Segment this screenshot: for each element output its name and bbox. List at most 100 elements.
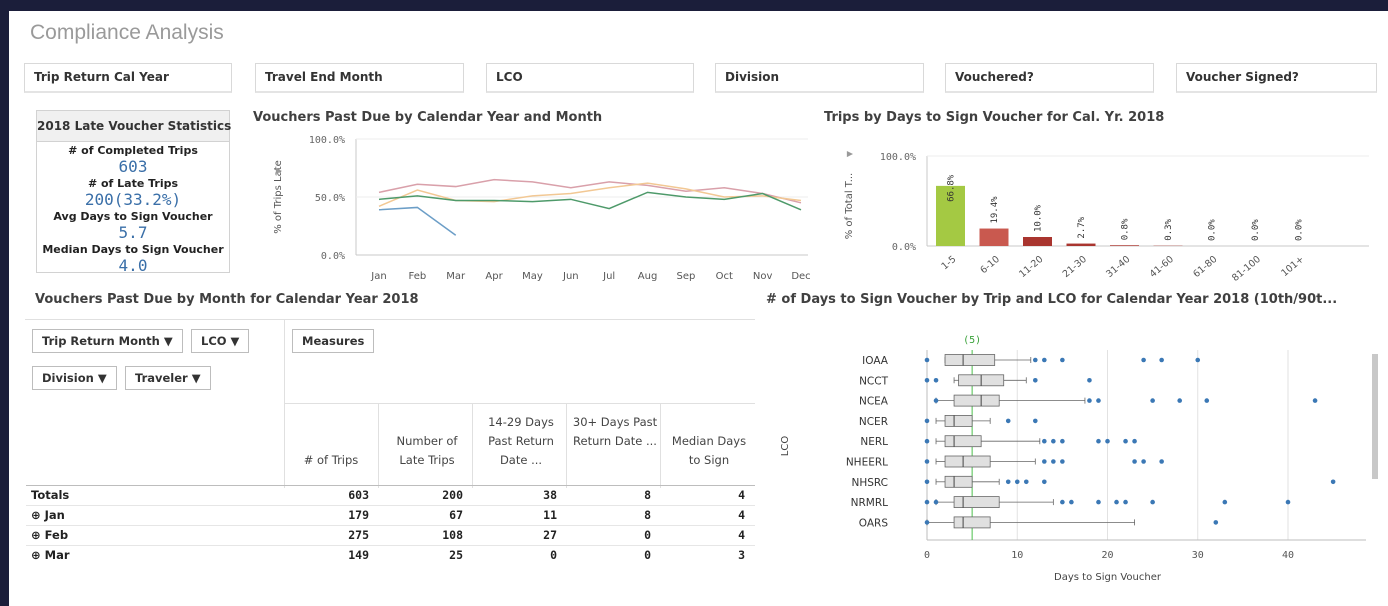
table-row[interactable]: Totals 603 200 38 8 4 [26,485,755,506]
category-label: OARS [859,517,889,529]
filter-voucher-signed[interactable]: Voucher Signed? [1176,63,1377,93]
filter-label: Vouchered? [955,70,1034,84]
filter-travel-end-month[interactable]: Travel End Month [255,63,464,93]
outlier-point [933,499,939,505]
filter-label: Trip Return Cal Year [34,70,169,84]
expand-icon[interactable]: ⊕ [31,548,45,562]
dim-division[interactable]: Division ▼ [32,366,117,390]
table-cell: 200 [442,488,463,502]
kpi-label: # of Late Trips [87,177,179,190]
outlier-point [1105,438,1110,444]
outlier-point [1114,499,1119,505]
outlier-point [1312,398,1318,403]
y-axis-label: LCO [780,436,791,457]
column-header[interactable]: Median Days to Sign [666,432,752,470]
filter-trip-return-cal-year[interactable]: Trip Return Cal Year [24,63,232,93]
x-tick-label: Nov [753,271,773,281]
kpi-label: Avg Days to Sign Voucher [53,210,213,223]
y-tick-label: 100.0% [880,152,916,163]
row-label: ⊕ Mar [31,548,70,562]
row-label: ⊕ Feb [31,528,68,542]
divider [472,403,473,488]
x-tick-label: 10 [1011,550,1023,561]
measures-button[interactable]: Measures [292,329,375,353]
box-plot[interactable]: 0 10 20 30 40 Days to Sign Voucher LCO (5) IOAA N… [766,316,1378,586]
outlier-point [924,479,930,485]
table-cell: 3 [738,548,745,562]
table-cell: 275 [348,528,369,542]
outlier-point [1159,357,1164,363]
category-label: NHEERL [846,457,888,469]
category-label: NCER [859,416,888,428]
table-cell: 25 [449,548,463,562]
y-tick-label: 50.0% [315,193,345,204]
table-row[interactable]: ⊕ Feb 275 108 27 0 4 [26,525,755,546]
dashboard-sheet: Compliance Analysis Trip Return Cal Year… [9,11,1388,606]
outlier-point [1096,499,1101,505]
outlier-point [1087,378,1092,383]
x-tick-label: 31-40 [1104,254,1132,280]
outlier-point [1096,398,1101,403]
column-header[interactable]: Number of Late Trips [384,432,470,470]
table-row[interactable]: ⊕ Jan 179 67 11 8 4 [26,505,755,526]
dim-lco[interactable]: LCO ▼ [191,329,250,353]
outlier-point [1033,418,1038,424]
filter-lco[interactable]: LCO [486,63,694,93]
x-tick-label: Jan [370,271,386,281]
kpi-panel[interactable]: 2018 Late Voucher Statistics # of Comple… [36,110,231,275]
filter-division[interactable]: Division [715,63,924,93]
divider [284,320,285,488]
outlier-point [1150,499,1155,505]
table-cell: 4 [738,528,745,542]
table-cell: 0 [644,548,651,562]
series-line [378,182,802,207]
dim-traveler[interactable]: Traveler ▼ [125,366,211,390]
table-cell: 4 [738,508,745,522]
x-tick-label: Oct [716,271,733,281]
scrollbar [1372,354,1378,479]
dim-trip-return-month[interactable]: Trip Return Month ▼ [32,329,183,353]
filter-label: Voucher Signed? [1186,70,1299,84]
filter-label: LCO [496,70,523,84]
column-header[interactable]: 30+ Days Past Return Date ... [572,413,658,451]
outlier-point [1033,357,1038,363]
data-label: 0.0% [1295,219,1305,241]
bar-chart[interactable]: 100.0% 0.0% % of Total T... ▼ 66.8% 1-5 19.4% 6… [824,131,1379,291]
expand-icon[interactable]: ⊕ [31,528,45,542]
x-tick-label: 30 [1192,550,1204,561]
x-tick-label: 20 [1101,550,1113,561]
outlier-point [1042,438,1047,444]
outlier-point [1042,479,1047,485]
table-row[interactable]: ⊕ Mar 149 25 0 0 3 [26,545,755,566]
table-cell: 8 [644,488,651,502]
x-tick-label: Jul [602,271,615,281]
x-tick-label: Sep [676,271,695,281]
kpi-label: # of Completed Trips [68,144,198,157]
outlier-point [924,520,930,525]
row-label: ⊕ Jan [31,508,65,522]
expand-icon[interactable]: ⊕ [31,508,45,522]
outlier-point [1005,418,1011,424]
outlier-point [1213,520,1219,525]
x-tick-label: Mar [446,271,466,281]
kpi-value: 5.7 [118,223,148,242]
x-tick-label: 1-5 [939,254,958,272]
x-tick-label: 21-30 [1061,254,1089,280]
filter-vouchered[interactable]: Vouchered? [945,63,1154,93]
outlier-point [1042,459,1047,464]
column-header[interactable]: # of Trips [286,451,376,470]
kpi-title: 2018 Late Voucher Statistics [37,111,231,142]
dim-label: Traveler [135,371,188,385]
reference-label: (5) [963,335,981,346]
line-chart[interactable]: 100.0%50.0%0.0%% of Trips Late▼Jan Feb Mar… [253,131,818,281]
x-tick-label: May [522,271,543,281]
data-label: 0.3% [1164,218,1174,240]
table-cell: 0 [644,528,651,542]
outlier-point [1087,398,1092,403]
outlier-point [1023,479,1029,485]
column-header[interactable]: 14-29 Days Past Return Date ... [478,413,564,470]
kpi-value: 4.0 [118,256,148,275]
outlier-point [924,499,930,505]
data-label: 10.0% [1034,204,1044,232]
row-label-text: Feb [44,528,69,542]
